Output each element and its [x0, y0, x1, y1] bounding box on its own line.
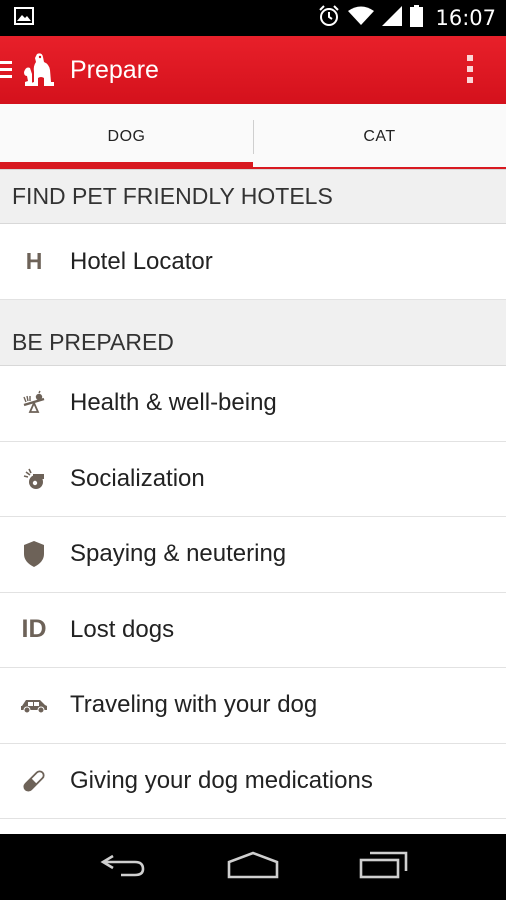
list-item-label: Health & well-being [70, 389, 277, 417]
section-header-prepared: BE PREPARED [0, 300, 506, 366]
seesaw-health-icon [0, 390, 70, 416]
pill-capsule-icon [0, 768, 70, 794]
list-item-label: Spaying & neutering [70, 540, 287, 568]
list-item-label: Traveling with your dog [70, 691, 318, 719]
alarm-icon [318, 4, 340, 32]
whistle-icon [0, 466, 70, 492]
shield-icon [0, 540, 70, 568]
wifi-icon [348, 6, 375, 31]
content-list[interactable]: FIND PET FRIENDLY HOTELS H Hotel Locator… [0, 170, 506, 834]
app-bar: Prepare [0, 36, 506, 104]
nav-drawer-button[interactable] [0, 36, 60, 104]
page-title: Prepare [70, 55, 159, 84]
list-item-lost-dogs[interactable]: ID Lost dogs [0, 592, 506, 668]
list-item-label: Lost dogs [70, 615, 175, 643]
recent-apps-button[interactable] [343, 842, 423, 892]
list-item-medications[interactable]: Giving your dog medications [0, 743, 506, 819]
list-item-hotel-locator[interactable]: H Hotel Locator [0, 224, 506, 300]
tab-bar: DOG CAT [0, 104, 506, 170]
more-vert-icon [466, 54, 474, 89]
home-icon [226, 850, 280, 885]
signal-icon [382, 5, 403, 31]
active-tab-indicator [0, 162, 253, 169]
hotel-h-icon: H [25, 248, 43, 274]
back-arrow-icon [99, 852, 147, 883]
list-item-label: Giving your dog medications [70, 766, 373, 794]
back-button[interactable] [83, 842, 163, 892]
list-item-traveling[interactable]: Traveling with your dog [0, 668, 506, 744]
status-time: 16:07 [435, 6, 496, 30]
overflow-menu-button[interactable] [460, 54, 480, 88]
car-icon [0, 696, 70, 714]
list-item-label: Hotel Locator [70, 247, 213, 275]
list-item-spaying[interactable]: Spaying & neutering [0, 517, 506, 593]
id-tag-icon: ID [21, 615, 47, 644]
section-header-hotels: FIND PET FRIENDLY HOTELS [0, 170, 506, 224]
tab-cat[interactable]: CAT [253, 104, 506, 169]
tab-underline [253, 167, 506, 169]
gallery-notification-icon [14, 6, 34, 30]
tab-label: DOG [107, 127, 146, 145]
recents-icon [358, 851, 408, 884]
home-button[interactable] [213, 842, 293, 892]
menu-icon [0, 59, 12, 81]
battery-icon [410, 4, 424, 32]
list-item-socialization[interactable]: Socialization [0, 441, 506, 517]
list-item-label: Socialization [70, 464, 205, 492]
tab-divider [253, 120, 254, 154]
app-logo-icon [20, 50, 60, 90]
list-item-health[interactable]: Health & well-being [0, 366, 506, 442]
tab-dog[interactable]: DOG [0, 104, 253, 169]
status-bar: 16:07 [0, 0, 506, 36]
tab-label: CAT [363, 127, 396, 145]
system-nav-bar [0, 834, 506, 900]
